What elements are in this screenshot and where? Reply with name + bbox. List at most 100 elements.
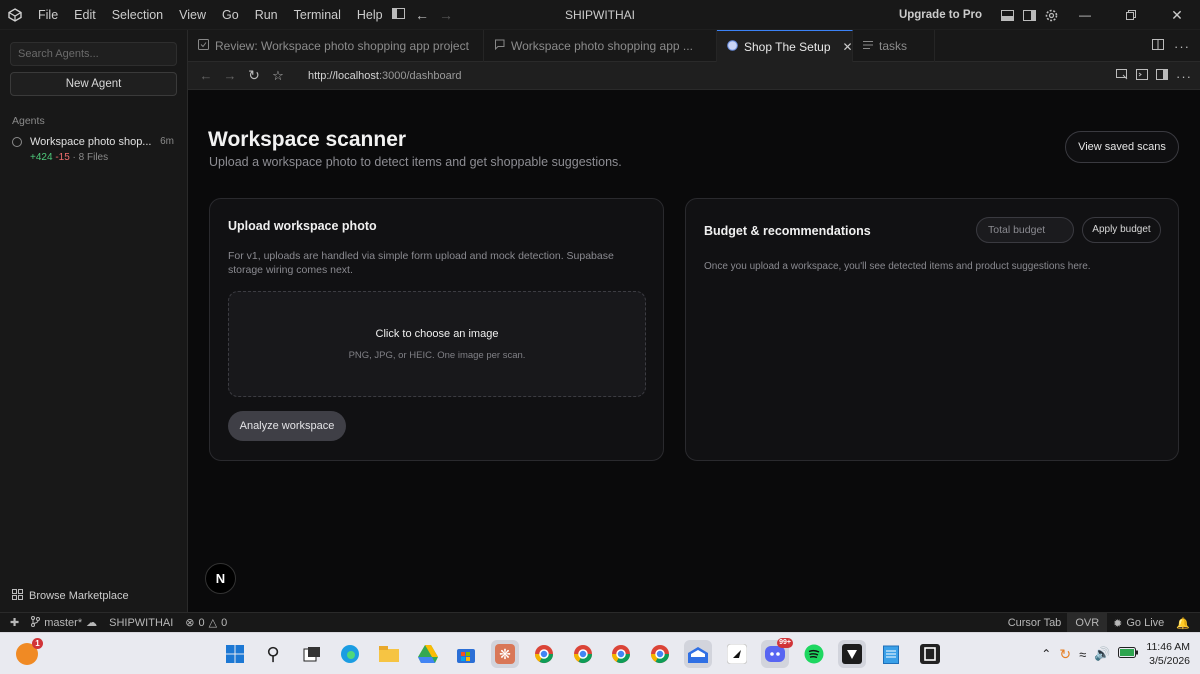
menu-go[interactable]: Go xyxy=(214,0,247,30)
windows-start-icon[interactable] xyxy=(221,640,249,668)
menu-terminal[interactable]: Terminal xyxy=(286,0,349,30)
discord-badge: 99+ xyxy=(777,638,793,648)
volume-icon[interactable]: 🔊 xyxy=(1094,646,1110,662)
system-clock[interactable]: 11:46 AM 3/5/2026 xyxy=(1146,640,1190,668)
project-name[interactable]: SHIPWITHAI xyxy=(103,613,179,633)
browser-forward-icon[interactable]: → xyxy=(218,62,242,90)
task-view-icon[interactable] xyxy=(298,640,326,668)
upload-card-title: Upload workspace photo xyxy=(228,219,377,233)
menu-view[interactable]: View xyxy=(171,0,214,30)
weather-widget-icon[interactable]: 1 xyxy=(16,638,43,665)
analyze-workspace-button[interactable]: Analyze workspace xyxy=(228,411,346,441)
page-subtitle: Upload a workspace photo to detect items… xyxy=(209,155,622,169)
budget-card-title: Budget & recommendations xyxy=(704,224,871,238)
spotify-icon[interactable] xyxy=(800,640,828,668)
split-editor-icon[interactable] xyxy=(1152,39,1164,53)
remote-icon[interactable]: ✚ xyxy=(0,613,25,633)
notifications-bell-icon[interactable]: 🔔 xyxy=(1170,613,1200,633)
close-window-button[interactable]: ✕ xyxy=(1154,0,1200,30)
reload-icon[interactable]: ↻ xyxy=(242,62,266,90)
browser-more-icon[interactable]: ··· xyxy=(1176,69,1192,84)
sync-icon: ☁ xyxy=(86,617,98,629)
git-branch[interactable]: master* ☁ xyxy=(25,613,103,633)
overwrite-mode-indicator[interactable]: OVR xyxy=(1067,613,1108,633)
tab-review[interactable]: Review: Workspace photo shopping app pro… xyxy=(188,30,484,62)
select-element-icon[interactable] xyxy=(1116,69,1128,83)
wifi-icon[interactable]: ≈ xyxy=(1079,647,1086,662)
search-agents-input[interactable] xyxy=(10,42,177,66)
forward-arrow-icon[interactable]: → xyxy=(439,7,453,23)
battery-icon[interactable] xyxy=(1118,647,1139,661)
more-actions-icon[interactable]: ··· xyxy=(1174,39,1190,54)
page-title: Workspace scanner xyxy=(208,128,407,151)
branch-icon xyxy=(31,615,41,630)
tab-label: Shop The Setup xyxy=(744,39,831,54)
tab-tasks[interactable]: tasks xyxy=(853,30,935,62)
menu-run[interactable]: Run xyxy=(247,0,286,30)
system-tray: ⌃ ↻ ≈ 🔊 11:46 AM 3/5/2026 xyxy=(1041,633,1190,674)
error-count: 0 xyxy=(198,616,205,629)
tab-shop-the-setup[interactable]: Shop The Setup ✕ xyxy=(717,30,853,62)
image-dropzone[interactable]: Click to choose an image PNG, JPG, or HE… xyxy=(228,291,646,397)
cursor-app-icon[interactable] xyxy=(723,640,751,668)
problems-indicator[interactable]: ⊗ 0 △ 0 xyxy=(179,613,233,633)
view-saved-scans-button[interactable]: View saved scans xyxy=(1065,131,1179,163)
agent-diff-stats: +424 -15 · 8 Files xyxy=(30,152,108,163)
sync-status-icon[interactable]: ↻ xyxy=(1059,646,1071,663)
show-hidden-icons-chevron-icon[interactable]: ⌃ xyxy=(1041,647,1051,661)
claude-app-icon[interactable]: ❋ xyxy=(491,640,519,668)
google-drive-icon[interactable] xyxy=(414,640,442,668)
apply-budget-button[interactable]: Apply budget xyxy=(1082,217,1161,243)
file-explorer-icon[interactable] xyxy=(375,640,403,668)
gear-icon[interactable] xyxy=(1040,0,1062,30)
notepad-icon[interactable] xyxy=(877,640,905,668)
tab-chat[interactable]: Workspace photo shopping app ... xyxy=(484,30,717,62)
nextjs-dev-badge[interactable]: N xyxy=(205,563,236,594)
new-agent-button[interactable]: New Agent xyxy=(10,72,177,96)
total-budget-input[interactable] xyxy=(976,217,1074,243)
close-tab-icon[interactable]: ✕ xyxy=(843,40,852,54)
menu-help[interactable]: Help xyxy=(349,0,391,30)
dropzone-hint: PNG, JPG, or HEIC. One image per scan. xyxy=(348,350,526,361)
chrome-profile-4-icon[interactable] xyxy=(646,640,674,668)
menu-file[interactable]: File xyxy=(30,0,66,30)
back-arrow-icon[interactable]: ← xyxy=(415,7,429,23)
panel-toggle-icon[interactable] xyxy=(1156,69,1168,83)
panel-right-icon[interactable] xyxy=(1018,0,1040,30)
browse-marketplace-link[interactable]: Browse Marketplace xyxy=(12,589,129,603)
chrome-profile-3-icon[interactable] xyxy=(607,640,635,668)
tab-label: Review: Workspace photo shopping app pro… xyxy=(215,39,469,53)
menu-selection[interactable]: Selection xyxy=(104,0,171,30)
agent-list-item[interactable]: Workspace photo shop... 6m +424 -15 · 8 … xyxy=(12,134,178,166)
browser-back-icon[interactable]: ← xyxy=(194,62,218,90)
minimize-button[interactable]: — xyxy=(1062,0,1108,30)
chrome-profile-2-icon[interactable] xyxy=(569,640,597,668)
lines-added: +424 xyxy=(30,152,53,163)
menu-edit[interactable]: Edit xyxy=(66,0,104,30)
cursor-tab-status[interactable]: Cursor Tab xyxy=(1002,613,1068,633)
clock-time: 11:46 AM xyxy=(1146,641,1190,653)
upload-card-description: For v1, uploads are handled via simple f… xyxy=(228,250,614,276)
tab-label: Workspace photo shopping app ... xyxy=(511,39,693,53)
search-icon[interactable]: ⚲ xyxy=(259,640,287,668)
star-icon[interactable]: ☆ xyxy=(266,62,290,90)
panel-bottom-icon[interactable] xyxy=(996,0,1018,30)
app-window-icon[interactable] xyxy=(916,640,944,668)
edge-browser-icon[interactable] xyxy=(336,640,364,668)
inbox-app-icon[interactable] xyxy=(684,640,712,668)
maximize-button[interactable] xyxy=(1108,0,1154,30)
toggle-sidebar-icon[interactable] xyxy=(392,8,405,22)
discord-icon[interactable]: 99+ xyxy=(761,638,793,668)
chrome-profile-1-icon[interactable] xyxy=(530,640,558,668)
browse-marketplace-label: Browse Marketplace xyxy=(29,590,129,602)
notification-badge: 1 xyxy=(32,638,43,649)
console-icon[interactable] xyxy=(1136,69,1148,83)
tab-label: tasks xyxy=(879,39,908,53)
globe-icon xyxy=(727,39,738,54)
upgrade-to-pro-button[interactable]: Upgrade to Pro xyxy=(899,9,982,21)
address-bar[interactable]: http://localhost:3000/dashboard xyxy=(308,70,462,82)
go-live-button[interactable]: ✹ Go Live xyxy=(1107,613,1170,633)
status-bar: ✚ master* ☁ SHIPWITHAI ⊗ 0 △ 0 Cursor Ta… xyxy=(0,612,1200,633)
microsoft-store-icon[interactable] xyxy=(452,640,480,668)
terminal-app-icon[interactable] xyxy=(838,640,866,668)
